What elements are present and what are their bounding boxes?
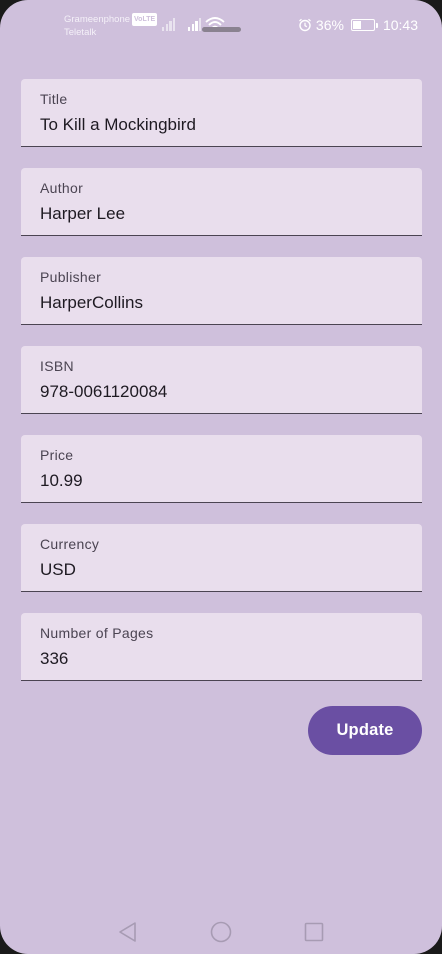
currency-field[interactable]: Currency [21,524,422,592]
battery-percent: 36% [315,17,344,33]
status-bar: Grameenphone VoLTE Teletalk 36% 10:43 [0,0,442,52]
title-field[interactable]: Title [21,79,422,147]
pages-label: Number of Pages [40,625,154,641]
price-field[interactable]: Price [21,435,422,503]
carrier-name-secondary: Teletalk [64,27,97,38]
publisher-field[interactable]: Publisher [21,257,422,325]
recents-icon[interactable] [302,920,326,944]
currency-input[interactable] [40,560,400,580]
price-label: Price [40,447,74,463]
author-field[interactable]: Author [21,168,422,236]
battery-icon [350,19,378,31]
carrier-name-primary: Grameenphone [64,14,131,25]
status-right: 36% 10:43 [298,17,418,33]
book-form: Title Author Publisher ISBN Price Curren… [21,79,422,702]
isbn-field[interactable]: ISBN [21,346,422,414]
pages-field[interactable]: Number of Pages [21,613,422,681]
volte-badge: VoLTE [132,13,158,26]
home-icon[interactable] [209,920,233,944]
camera-notch [202,27,241,32]
back-icon[interactable] [116,920,140,944]
navigation-bar [0,912,442,952]
title-input[interactable] [40,115,400,135]
publisher-input[interactable] [40,293,400,313]
author-label: Author [40,180,84,196]
author-input[interactable] [40,204,400,224]
signal-icon [188,17,202,31]
app-screen: Grameenphone VoLTE Teletalk 36% 10:43 Ti… [0,0,442,954]
publisher-label: Publisher [40,269,102,285]
update-button[interactable]: Update [308,706,422,755]
isbn-input[interactable] [40,382,400,402]
currency-label: Currency [40,536,100,552]
isbn-label: ISBN [40,358,74,374]
alarm-icon [298,18,311,32]
pages-input[interactable] [40,649,400,669]
price-input[interactable] [40,471,400,491]
title-label: Title [40,91,68,107]
clock: 10:43 [382,17,418,33]
carrier-info: Grameenphone VoLTE Teletalk [64,13,158,39]
signal-icon [162,17,176,31]
